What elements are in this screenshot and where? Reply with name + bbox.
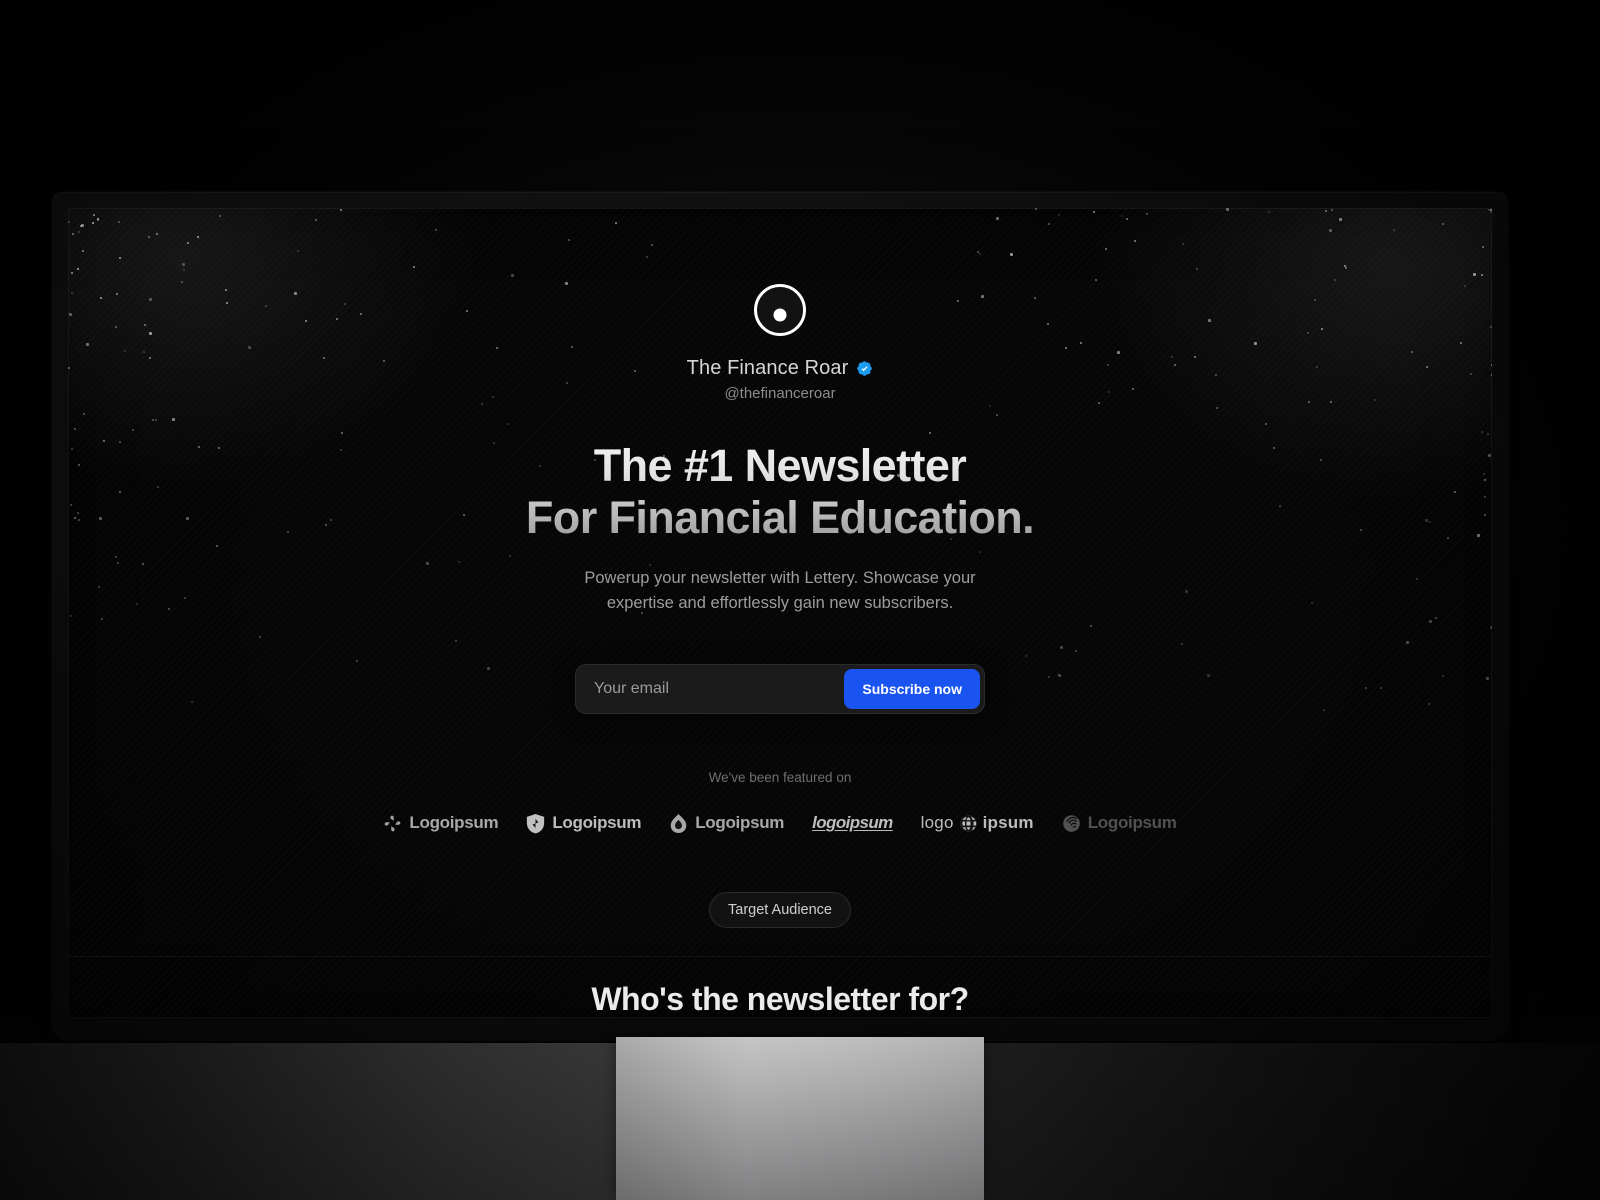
avatar-dot (773, 308, 787, 322)
logo-label: Logoipsum (1087, 813, 1177, 833)
target-audience-pill[interactable]: Target Audience (709, 892, 851, 928)
headline-line-1: The #1 Newsletter (593, 440, 967, 491)
logo-item: Logoipsum (383, 813, 499, 833)
hero-subhead: Powerup your newsletter with Lettery. Sh… (584, 569, 976, 613)
logo-label: ipsum (982, 813, 1034, 833)
shield-icon (527, 813, 545, 834)
pinwheel-icon (385, 815, 401, 832)
target-audience-section: Target Audience Who's the newsletter for… (68, 892, 1492, 1018)
monitor-screen: The Finance Roar @thefinanceroar The #1 … (68, 208, 1492, 1018)
headline-line-2: For Financial Education. (525, 492, 1035, 544)
landing-page: The Finance Roar @thefinanceroar The #1 … (68, 208, 1492, 1018)
profile-handle: @thefinanceroar (724, 385, 836, 402)
monitor-stand (616, 1037, 984, 1200)
hero-section: The Finance Roar @thefinanceroar The #1 … (68, 208, 1492, 834)
logo-label: Logoipsum (409, 813, 499, 833)
page-title: The #1 Newsletter For Financial Educatio… (526, 440, 1034, 544)
globe-icon (960, 815, 977, 832)
monitor-frame: The Finance Roar @thefinanceroar The #1 … (52, 192, 1508, 1040)
droplet-icon (670, 813, 687, 833)
brand-name: The Finance Roar (686, 357, 849, 379)
logo-item: logoipsum (812, 813, 893, 833)
section-title: Who's the newsletter for? (591, 981, 969, 1017)
spiral-icon (1062, 815, 1080, 832)
subscribe-button[interactable]: Subscribe now (844, 668, 980, 709)
brand-row: The Finance Roar (687, 357, 874, 380)
logo-item: Logoipsum (669, 813, 784, 834)
logo-item: Logoipsum (526, 813, 642, 834)
circle-dot-avatar-icon (754, 284, 806, 336)
verified-badge-icon (857, 361, 873, 376)
logo-label: Logoipsum (695, 813, 785, 833)
logo-item: logo ipsum (921, 813, 1034, 833)
logo-prefix: logo (920, 813, 954, 833)
logo-label: logoipsum (812, 813, 893, 833)
subscribe-form: Subscribe now (575, 663, 985, 714)
featured-label: We've been featured on (708, 769, 852, 785)
studio-scene: The Finance Roar @thefinanceroar The #1 … (0, 0, 1600, 1200)
featured-logo-row: Logoipsum Logoipsum Logoipsum logoipsum … (383, 813, 1177, 834)
logo-item: Logoipsum (1062, 813, 1177, 833)
email-field[interactable] (580, 668, 845, 709)
logo-label: Logoipsum (552, 813, 642, 833)
